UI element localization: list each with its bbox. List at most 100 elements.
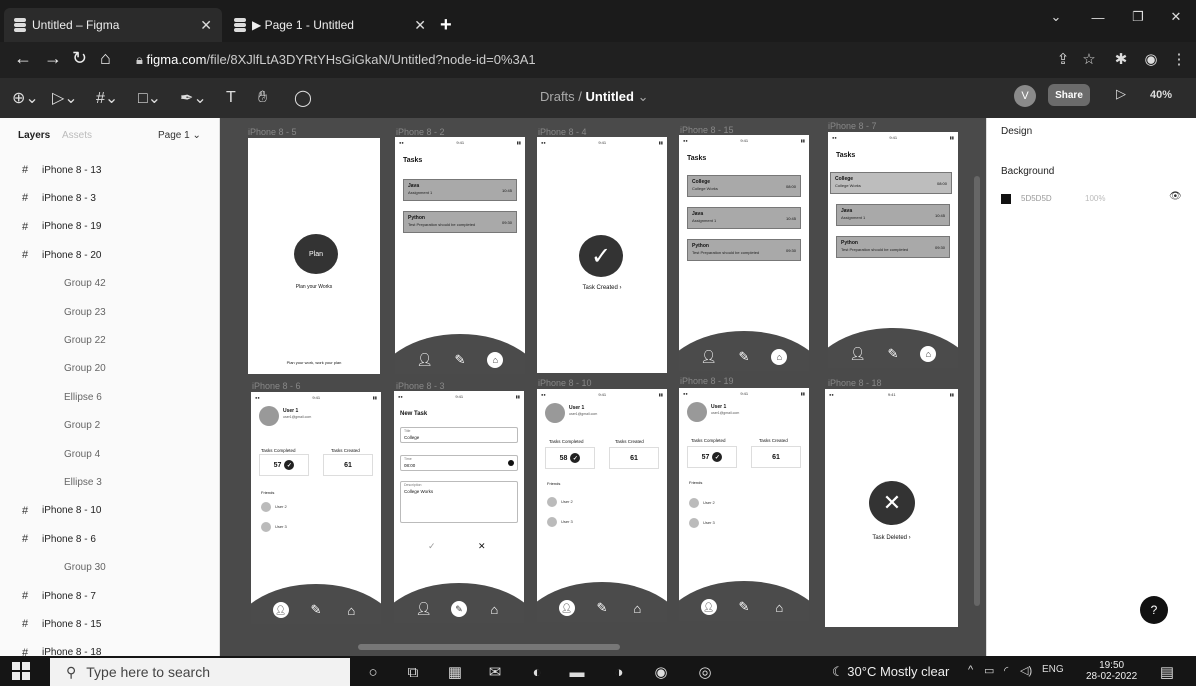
home-icon[interactable]: ⌂ [771, 349, 788, 365]
task-card[interactable]: Python Test Preparation should be complet… [403, 211, 517, 233]
chrome-profile-icon[interactable]: ◎ [694, 661, 716, 683]
layer-row[interactable]: Group 30 [0, 554, 219, 582]
layer-row[interactable]: # iPhone 8 - 10 [0, 497, 219, 525]
forward-icon[interactable]: → [44, 48, 62, 69]
network-icon[interactable]: ▭ [984, 664, 994, 677]
tab-search-icon[interactable]: ⌄ [1036, 4, 1076, 30]
frame-label[interactable]: iPhone 8 - 18 [828, 378, 882, 388]
user-icon[interactable]: 👤︎ [272, 602, 289, 618]
user-icon[interactable]: 👤︎ [700, 349, 717, 365]
frame-task-deleted[interactable]: ●● 9:41 ▮▮ ✕ Task Deleted › [825, 389, 958, 627]
weather-widget[interactable]: ☾ 30°C Mostly clear [832, 664, 949, 680]
menu-icon[interactable]: ⋮ [1168, 48, 1190, 70]
wifi-icon[interactable]: ◜ [1004, 664, 1008, 677]
share-page-icon[interactable]: ⇪ [1052, 48, 1074, 70]
file-name[interactable]: Untitled [586, 89, 634, 104]
pencil-icon[interactable]: ✎ [736, 349, 752, 365]
cortana-icon[interactable]: ○ [362, 661, 384, 683]
bookmark-star-icon[interactable]: ☆ [1078, 48, 1100, 70]
home-icon[interactable]: ⌂ [343, 602, 359, 618]
windows-start-icon[interactable] [12, 662, 30, 680]
tab-layers[interactable]: Layers [18, 130, 50, 141]
user-icon[interactable]: 👤︎ [415, 601, 432, 617]
user-icon[interactable]: 👤︎ [849, 346, 866, 362]
home-icon[interactable]: ⌂ [629, 600, 645, 616]
home-icon[interactable]: ⌂ [100, 48, 111, 69]
volume-icon[interactable]: ◁) [1020, 664, 1032, 677]
cancel-icon[interactable]: ✕ [478, 541, 486, 552]
file-explorer-icon[interactable]: ▬ [566, 661, 588, 683]
vertical-scrollbar[interactable] [974, 176, 980, 606]
frame-tasks[interactable]: ●● 9:41 ▮▮ Tasks Java Assignment 1 10:45 Pyt… [395, 137, 525, 374]
task-card[interactable]: College College Works 08:00 [830, 172, 952, 194]
frame-label[interactable]: iPhone 8 - 19 [680, 376, 734, 386]
tab-design[interactable]: Design [1001, 126, 1032, 137]
layer-row[interactable]: Group 4 [0, 440, 219, 468]
frame-splash[interactable]: Plan Plan your Works Plan your work, wor… [248, 138, 380, 374]
layer-row[interactable]: Group 42 [0, 270, 219, 298]
task-deleted-label[interactable]: Task Deleted › [825, 535, 958, 541]
url-field[interactable]: 🔒︎ figma.com/file/8XJlfLtA3DYRtYHsGiGkaN… [136, 52, 536, 68]
time-field[interactable]: Time 08:00 [400, 455, 518, 471]
breadcrumb[interactable]: Drafts / Untitled ⌄ [540, 89, 648, 105]
frame-label[interactable]: iPhone 8 - 5 [248, 127, 297, 137]
text-tool-icon[interactable]: T [226, 86, 236, 110]
task-view-icon[interactable]: ⧉ [402, 661, 424, 683]
reload-icon[interactable]: ↻ [72, 48, 87, 69]
frame-profile[interactable]: ●● 9:41 ▮▮ User 1 user1@gmail.com Tasks Co… [251, 392, 381, 624]
close-tab-icon[interactable]: ✕ [200, 17, 212, 34]
layer-row[interactable]: Ellipse 3 [0, 468, 219, 496]
tab-figma[interactable]: Untitled – Figma ✕ [4, 8, 222, 42]
mail-icon[interactable]: ✉ [484, 661, 506, 683]
frame-tool-icon[interactable]: #⌄ [96, 86, 118, 110]
pencil-icon[interactable]: ✎ [594, 600, 610, 616]
pencil-icon[interactable]: ✎ [736, 599, 752, 615]
maximize-icon[interactable]: ❐ [1118, 4, 1158, 30]
task-created-label[interactable]: Task Created › [537, 285, 667, 291]
tab-assets[interactable]: Assets [62, 130, 92, 141]
extensions-icon[interactable]: ✱ [1110, 48, 1132, 70]
taskbar-search[interactable]: ⚲ Type here to search [50, 658, 350, 686]
frame-task-created[interactable]: ●● 9:41 ▮▮ ✓ Task Created › [537, 137, 667, 373]
layer-row[interactable]: # iPhone 8 - 15 [0, 610, 219, 638]
close-window-icon[interactable]: ✕ [1156, 4, 1196, 30]
frame-label[interactable]: iPhone 8 - 2 [396, 127, 445, 137]
comment-tool-icon[interactable]: ◯ [294, 86, 312, 110]
pencil-icon[interactable]: ✎ [452, 352, 468, 368]
pencil-icon[interactable]: ✎ [308, 602, 324, 618]
layer-row[interactable]: Group 2 [0, 412, 219, 440]
minimize-icon[interactable]: — [1078, 4, 1118, 30]
share-button[interactable]: Share [1048, 84, 1090, 106]
background-opacity[interactable]: 100% [1085, 194, 1105, 203]
layer-row[interactable]: # iPhone 8 - 6 [0, 525, 219, 553]
layer-row[interactable]: # iPhone 8 - 20 [0, 241, 219, 269]
tray-chevron-icon[interactable]: ^ [968, 664, 973, 676]
back-icon[interactable]: ← [14, 48, 32, 69]
home-icon[interactable]: ⌂ [487, 352, 504, 368]
home-icon[interactable]: ⌂ [920, 346, 937, 362]
frame-label[interactable]: iPhone 8 - 10 [538, 378, 592, 388]
frame-label[interactable]: iPhone 8 - 7 [828, 121, 877, 131]
color-swatch[interactable] [1001, 194, 1011, 204]
task-card[interactable]: Python Test Preparation should be complet… [687, 239, 801, 261]
frame-profile[interactable]: ●● 9:41 ▮▮ User 1 user1@gmail.com Tasks Co… [679, 388, 809, 621]
layer-row[interactable]: # iPhone 8 - 13 [0, 156, 219, 184]
confirm-icon[interactable]: ✓ [428, 541, 436, 552]
visibility-eye-icon[interactable]: 👁︎ [1169, 191, 1182, 202]
page-selector[interactable]: Page 1 ⌄ [158, 130, 201, 141]
pencil-icon[interactable]: ✎ [450, 601, 467, 617]
user-icon[interactable]: 👤︎ [558, 600, 575, 616]
user-icon[interactable]: 👤︎ [416, 352, 433, 368]
task-card[interactable]: Java Assignment 1 10:45 [687, 207, 801, 229]
main-menu-icon[interactable]: ⊕⌄ [12, 86, 39, 110]
pen-tool-icon[interactable]: ✒⌄ [180, 86, 207, 110]
clock[interactable]: 19:50 28-02-2022 [1086, 660, 1137, 682]
chevron-down-icon[interactable]: ⌄ [638, 89, 649, 104]
horizontal-scrollbar[interactable] [358, 644, 620, 650]
crumb-folder[interactable]: Drafts [540, 89, 575, 104]
frame-new-task[interactable]: ●● 9:41 ▮▮ New Task Title College Time 08:00… [394, 391, 524, 623]
move-tool-icon[interactable]: ▷⌄ [52, 86, 78, 110]
layer-row[interactable]: Group 23 [0, 298, 219, 326]
chrome-icon[interactable]: ◉ [650, 661, 672, 683]
title-field[interactable]: Title College [400, 427, 518, 443]
